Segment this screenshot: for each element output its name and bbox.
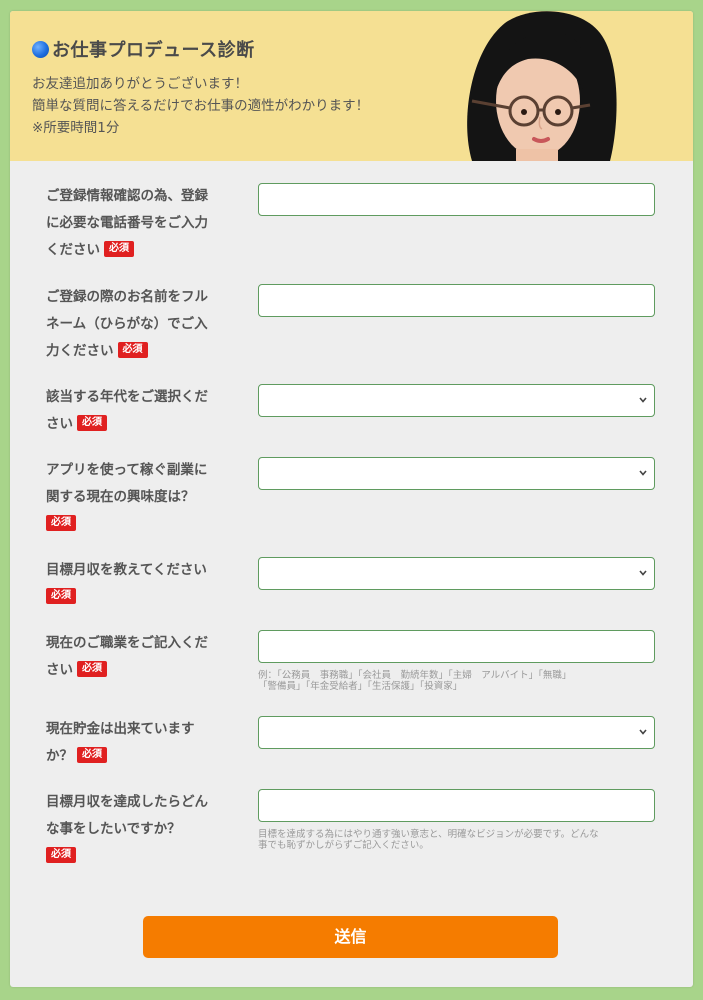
- question-label-line: ご登録情報確認の為、登録: [46, 188, 208, 204]
- question-label-line: アプリを使って稼ぐ副業に: [46, 462, 208, 478]
- submit-button[interactable]: 送信: [143, 916, 558, 958]
- interest-select[interactable]: [258, 457, 655, 490]
- question-label-line: 関する現在の興味度は？: [46, 489, 195, 505]
- name-input[interactable]: [258, 284, 655, 317]
- intro-text: お友達追加ありがとうございます！ 簡単な質問に答えるだけでお仕事の適性がわかりま…: [32, 73, 369, 139]
- chevron-down-icon: [638, 467, 648, 479]
- woman-portrait-illustration: [467, 11, 617, 161]
- question-label-line: に必要な電話番号をご入力: [46, 215, 208, 231]
- form-title-text: お仕事プロデュース診断: [52, 40, 255, 61]
- question-label-line: さい: [46, 662, 73, 678]
- question-label-line: ください: [46, 242, 100, 258]
- hint-line: 「警備員」「年金受給者」「生活保護」「投資家」: [258, 681, 463, 692]
- question-label-line: 現在のご職業をご記入くだ: [46, 635, 208, 651]
- question-label: 現在貯金は出来ています か？ 必須: [46, 716, 236, 770]
- intro-line: 簡単な質問に答えるだけでお仕事の適性がわかります！: [32, 98, 370, 114]
- question-label-line: な事をしたいですか？: [46, 821, 181, 837]
- occupation-hint: 例：「公務員 事務職」「会社員 勤続年数」「主婦 アルバイト」「無職」 「警備員…: [258, 670, 658, 692]
- question-label-line: 目標月収を達成したらどん: [46, 794, 208, 810]
- required-badge: 必須: [77, 661, 107, 677]
- required-badge: 必須: [46, 515, 76, 531]
- question-label: 現在のご職業をご記入くだ さい 必須: [46, 630, 236, 684]
- required-badge: 必須: [46, 588, 76, 604]
- form-title: お仕事プロデュース診断: [32, 36, 255, 62]
- chevron-down-icon: [638, 394, 648, 406]
- question-label-line: さい: [46, 416, 73, 432]
- blue-circle-icon: [32, 40, 49, 58]
- goal-plans-hint: 目標を達成する為にはやり通す強い意志と、明確なビジョンが必要です。どんな 事でも…: [258, 829, 658, 851]
- question-label: ご登録の際のお名前をフル ネーム（ひらがな）でご入 力ください 必須: [46, 284, 236, 365]
- required-badge: 必須: [117, 342, 148, 358]
- hint-line: 例：「公務員 事務職」「会社員 勤続年数」「主婦 アルバイト」「無職」: [258, 670, 572, 681]
- phone-input[interactable]: [258, 183, 655, 216]
- required-badge: 必須: [46, 847, 76, 863]
- question-label: 目標月収を教えてください 必須: [46, 557, 236, 611]
- question-label-line: 該当する年代をご選択くだ: [46, 389, 208, 405]
- required-badge: 必須: [77, 747, 107, 763]
- savings-select[interactable]: [258, 716, 655, 749]
- question-label-line: 力ください: [46, 343, 114, 359]
- chevron-down-icon: [638, 567, 648, 579]
- goal-plans-input[interactable]: [258, 789, 655, 822]
- header-banner: お仕事プロデュース診断 お友達追加ありがとうございます！ 簡単な質問に答えるだけ…: [10, 11, 693, 161]
- age-select[interactable]: [258, 384, 655, 417]
- question-label-line: ネーム（ひらがな）でご入: [46, 316, 208, 332]
- hint-line: 目標を達成する為にはやり通す強い意志と、明確なビジョンが必要です。どんな: [258, 829, 599, 840]
- chevron-down-icon: [638, 726, 648, 738]
- form-card: お仕事プロデュース診断 お友達追加ありがとうございます！ 簡単な質問に答えるだけ…: [10, 11, 693, 987]
- hint-line: 事でも恥ずかしがらずご記入ください。: [258, 840, 429, 851]
- intro-line: ※所要時間1分: [32, 120, 120, 136]
- intro-line: お友達追加ありがとうございます！: [32, 76, 248, 92]
- required-badge: 必須: [104, 241, 134, 257]
- question-label-line: か？: [46, 748, 73, 764]
- question-label: 該当する年代をご選択くだ さい 必須: [46, 384, 236, 438]
- question-label-line: 目標月収を教えてください: [46, 562, 207, 578]
- question-label: ご登録情報確認の為、登録 に必要な電話番号をご入力 ください 必須: [46, 183, 236, 264]
- question-label-line: 現在貯金は出来ています: [46, 721, 195, 737]
- income-goal-select[interactable]: [258, 557, 655, 590]
- question-label-line: ご登録の際のお名前をフル: [46, 289, 208, 305]
- occupation-input[interactable]: [258, 630, 655, 663]
- question-label: アプリを使って稼ぐ副業に 関する現在の興味度は？ 必須: [46, 457, 236, 538]
- required-badge: 必須: [77, 415, 107, 431]
- question-label: 目標月収を達成したらどん な事をしたいですか？ 必須: [46, 789, 236, 870]
